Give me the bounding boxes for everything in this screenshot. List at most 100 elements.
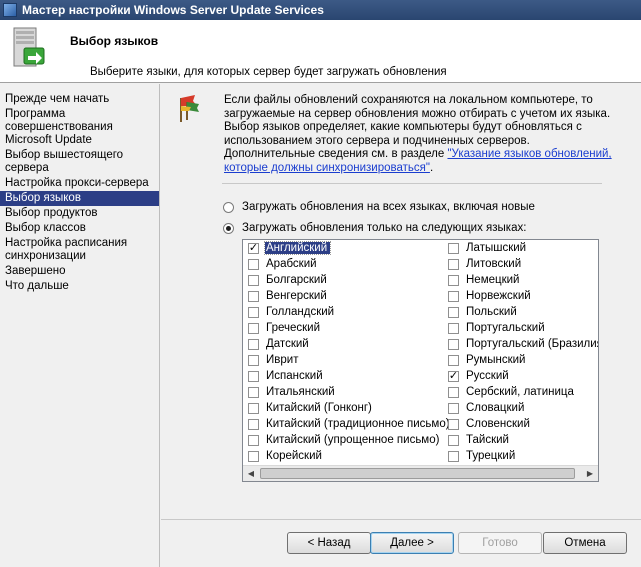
language-item[interactable]: Иврит [243, 352, 443, 368]
back-button[interactable]: < Назад [287, 532, 371, 554]
language-label: Иврит [266, 354, 299, 366]
language-checkbox[interactable] [248, 386, 259, 398]
language-checkbox[interactable] [448, 258, 459, 270]
language-item[interactable]: Немецкий [443, 272, 598, 288]
language-checkbox[interactable] [448, 386, 459, 398]
finish-button[interactable]: Готово [458, 532, 542, 554]
language-label: Сербский, латиница [466, 386, 574, 398]
sidebar-step[interactable]: Выбор продуктов [0, 206, 159, 221]
page-title: Выбор языков [70, 34, 159, 48]
language-checkbox[interactable] [448, 338, 459, 350]
language-item[interactable]: Латышский [443, 240, 598, 256]
language-label: Русский [466, 370, 509, 382]
language-checkbox[interactable] [248, 370, 259, 382]
language-item[interactable]: Голландский [243, 304, 443, 320]
language-label: Тайский [466, 434, 509, 446]
scrollbar-thumb[interactable] [260, 468, 575, 479]
language-checkbox[interactable] [448, 434, 459, 446]
language-checkbox[interactable] [448, 322, 459, 334]
language-item[interactable]: Литовский [443, 256, 598, 272]
language-item[interactable]: Арабский [243, 256, 443, 272]
language-item[interactable]: Словацкий [443, 400, 598, 416]
language-item[interactable]: Итальянский [243, 384, 443, 400]
language-item[interactable]: ✓ Русский [443, 368, 598, 384]
language-checkbox[interactable] [248, 434, 259, 446]
language-label: Голландский [266, 306, 335, 318]
language-checkbox[interactable] [248, 290, 259, 302]
language-item[interactable]: Португальский [443, 320, 598, 336]
language-checkbox[interactable]: ✓ [448, 370, 459, 382]
language-item[interactable]: Румынский [443, 352, 598, 368]
language-checkbox[interactable] [248, 258, 259, 270]
language-label: Арабский [266, 258, 317, 270]
language-label: Венгерский [266, 290, 327, 302]
language-item[interactable]: Португальский (Бразилия) [443, 336, 598, 352]
language-label: Итальянский [266, 386, 335, 398]
language-item[interactable]: Китайский (упрощенное письмо) [243, 432, 443, 448]
radio-only-languages-button[interactable] [223, 222, 234, 234]
language-item[interactable]: Сербский, латиница [443, 384, 598, 400]
language-item[interactable]: Корейский [243, 448, 443, 464]
language-checkbox[interactable] [248, 322, 259, 334]
language-item[interactable]: Норвежский [443, 288, 598, 304]
language-checkbox[interactable] [448, 418, 459, 430]
sidebar-step[interactable]: Выбор вышестоящего сервера [0, 148, 159, 176]
language-checkbox[interactable] [248, 402, 259, 414]
language-label: Датский [266, 338, 309, 350]
language-label: Норвежский [466, 290, 531, 302]
radio-all-languages[interactable]: Загружать обновления на всех языках, вкл… [223, 201, 535, 213]
language-checkbox[interactable]: ✓ [248, 242, 259, 254]
scroll-right-icon[interactable]: ▶ [582, 466, 598, 481]
language-list[interactable]: ✓ Английский Арабский Болгарский Венгерский Г… [242, 239, 599, 482]
language-item[interactable]: Турецкий [443, 448, 598, 464]
language-label: Литовский [466, 258, 522, 270]
language-checkbox[interactable] [248, 450, 259, 462]
language-item[interactable]: Польский [443, 304, 598, 320]
language-checkbox[interactable] [448, 242, 459, 254]
section-divider [222, 183, 602, 184]
sidebar-step[interactable]: Программа совершенствования Microsoft Up… [0, 107, 159, 148]
language-item[interactable]: Греческий [243, 320, 443, 336]
language-checkbox[interactable] [248, 354, 259, 366]
next-button[interactable]: Далее > [370, 532, 454, 554]
language-checkbox[interactable] [448, 290, 459, 302]
radio-all-languages-button[interactable] [223, 201, 234, 213]
language-label: Словацкий [466, 402, 525, 414]
language-item[interactable]: Китайский (традиционное письмо) [243, 416, 450, 432]
language-checkbox[interactable] [448, 306, 459, 318]
language-checkbox[interactable] [448, 274, 459, 286]
language-checkbox[interactable] [448, 354, 459, 366]
sidebar-step[interactable]: Выбор классов [0, 221, 159, 236]
cancel-button[interactable]: Отмена [543, 532, 627, 554]
language-item[interactable]: Испанский [243, 368, 443, 384]
language-label: Китайский (упрощенное письмо) [266, 434, 440, 446]
language-checkbox[interactable] [248, 418, 259, 430]
main-panel: Если файлы обновлений сохраняются на лок… [161, 84, 641, 519]
language-column-right: Латышский Литовский Немецкий Норвежский Поль… [443, 240, 598, 464]
sidebar-step[interactable]: Настройка прокси-сервера [0, 176, 159, 191]
sidebar-step[interactable]: Завершено [0, 264, 159, 279]
language-checkbox[interactable] [248, 338, 259, 350]
language-checkbox[interactable] [448, 450, 459, 462]
language-item[interactable]: ✓ Английский [243, 240, 443, 256]
language-item[interactable]: Венгерский [243, 288, 443, 304]
sidebar-step[interactable]: Настройка расписания синхронизации [0, 236, 159, 264]
language-label: Корейский [266, 450, 322, 462]
language-checkbox[interactable] [248, 274, 259, 286]
sidebar-step[interactable]: Прежде чем начать [0, 92, 159, 107]
scroll-left-icon[interactable]: ◀ [243, 466, 259, 481]
language-item[interactable]: Тайский [443, 432, 598, 448]
language-item[interactable]: Болгарский [243, 272, 443, 288]
language-checkbox[interactable] [248, 306, 259, 318]
window-titlebar[interactable]: Мастер настройки Windows Server Update S… [0, 0, 641, 20]
language-item[interactable]: Датский [243, 336, 443, 352]
app-icon [3, 3, 17, 17]
sidebar-step[interactable]: Выбор языков [0, 191, 159, 206]
language-flags-icon [180, 95, 199, 122]
language-item[interactable]: Китайский (Гонконг) [243, 400, 443, 416]
language-checkbox[interactable] [448, 402, 459, 414]
sidebar-step[interactable]: Что дальше [0, 279, 159, 294]
horizontal-scrollbar[interactable]: ◀ ▶ [243, 465, 598, 481]
radio-only-languages[interactable]: Загружать обновления только на следующих… [223, 222, 526, 234]
language-item[interactable]: Словенский [443, 416, 598, 432]
